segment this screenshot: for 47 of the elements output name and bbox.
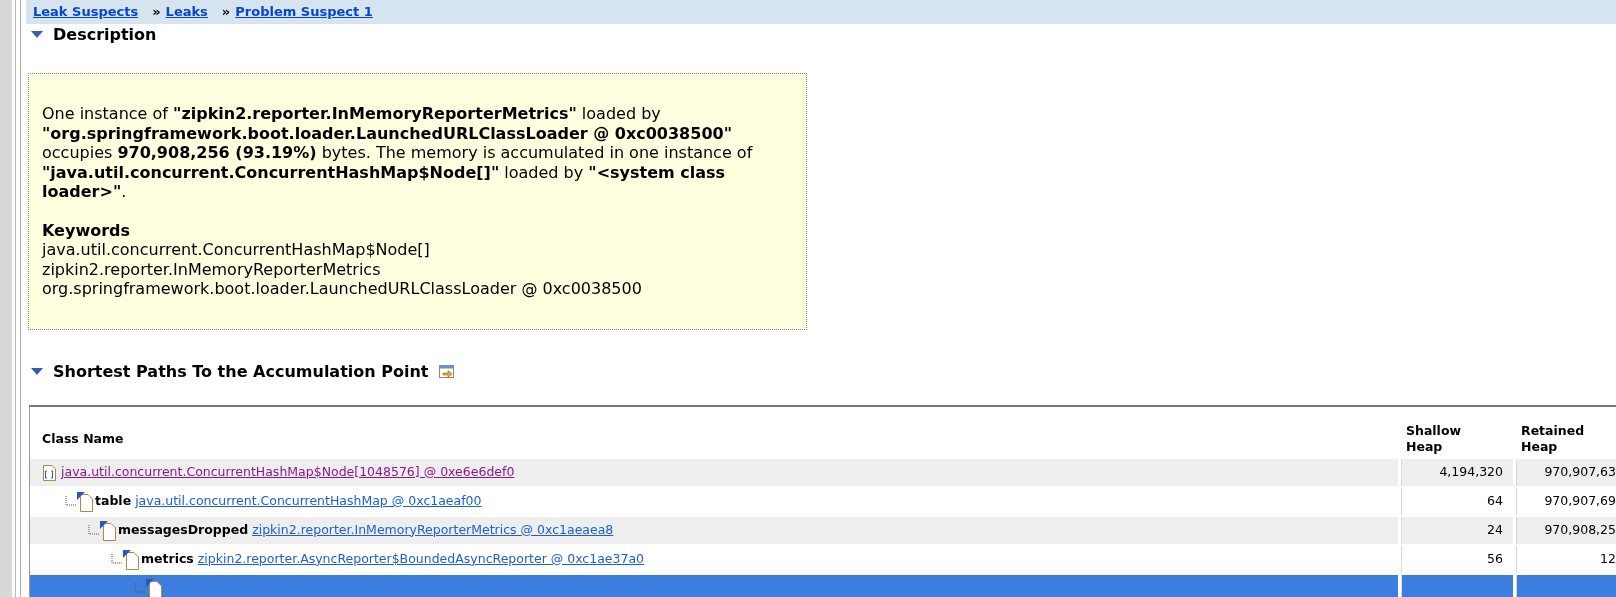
object-icon [146, 577, 162, 597]
keyword: java.util.concurrent.ConcurrentHashMap$Node[] [42, 240, 431, 260]
export-icon[interactable] [438, 364, 455, 379]
keyword: org.springframework.boot.loader.LaunchedURLClassLoader @ 0xc0038500 [42, 279, 643, 299]
object-link[interactable]: java.util.concurrent.ConcurrentHashMap$Node[1048576] @ 0xe6e6def0 [61, 462, 515, 482]
tree-line [88, 525, 100, 535]
field-name: metrics [141, 549, 194, 568]
table-row[interactable] [30, 574, 1616, 597]
object-link[interactable]: java.util.concurrent.ConcurrentHashMap @ 0xc1aeaf00 [135, 491, 482, 511]
object-link[interactable]: zipkin2.reporter.InMemoryReporterMetrics @ 0xc1aeaea8 [252, 520, 614, 540]
table-row[interactable]: metrics zipkin2.reporter.AsyncReporter$BoundedAsyncReporter @ 0xc1ae37a0 56 12 [30, 545, 1616, 573]
breadcrumb-link[interactable]: Problem Suspect 1 [235, 2, 373, 22]
tree-line [111, 554, 123, 564]
tree-line [65, 496, 77, 506]
breadcrumb-separator: » [152, 3, 161, 22]
table-cell-text: 970,908,25 [1544, 520, 1616, 539]
table-cell-text: 970,907,63 [1544, 462, 1616, 481]
collapse-toggle-icon[interactable] [31, 367, 43, 376]
column-header[interactable]: Shallow Heap [1398, 422, 1513, 455]
object-icon [77, 490, 93, 512]
table-cell-text: 12 [1600, 549, 1616, 568]
tree-line [134, 583, 146, 593]
table-row[interactable]: java.util.concurrent.ConcurrentHashMap$Node[1048576] @ 0xe6e6def0 4,194,320 970,907,63 [30, 458, 1616, 486]
column-header[interactable]: Retained Heap [1513, 422, 1616, 455]
breadcrumb-separator: » [221, 3, 231, 22]
object-link[interactable]: zipkin2.reporter.AsyncReporter$BoundedAsyncReporter @ 0xc1ae37a0 [197, 549, 645, 569]
table-cell-text: 970,907,69 [1544, 491, 1616, 510]
table-row[interactable]: table java.util.concurrent.ConcurrentHashMap @ 0xc1aeaf00 64 970,907,69 [30, 487, 1616, 515]
object-icon [123, 548, 139, 570]
table-cell-text: 24 [1487, 520, 1503, 539]
breadcrumb-link[interactable]: Leak Suspects [33, 2, 139, 22]
collapse-toggle-icon[interactable] [31, 31, 43, 39]
keywords-heading: Keywords [42, 220, 132, 240]
array-icon [42, 462, 57, 482]
table-cell-text: 64 [1487, 491, 1503, 510]
breadcrumb-link[interactable]: Leaks [165, 2, 208, 22]
column-header[interactable]: Class Name [30, 406, 1398, 455]
object-icon [100, 519, 116, 541]
keyword: zipkin2.reporter.InMemoryReporterMetrics [42, 259, 382, 279]
table-row[interactable]: messagesDropped zipkin2.reporter.InMemoryReporterMetrics @ 0xc1aeaea8 24 970,908,25 [30, 516, 1616, 544]
table-cell-text: 4,194,320 [1439, 462, 1503, 481]
description-text: One instance of "zipkin2.reporter.InMemoryReporterMetrics" loaded by "org.springframework.boot.loader.LaunchedURLClassLoader @ 0xc0038500" occupies 970,908,256 (93.19%) bytes. The memory is accumulated in one instance of "java.util.concurrent.ConcurrentHashMap$Node[]" loaded by "<system class loader>". [42, 104, 754, 202]
section-heading: Shortest Paths To the Accumulation Point [53, 360, 429, 383]
field-name: messagesDropped [118, 520, 249, 539]
section-heading: Description [53, 24, 157, 46]
table-cell-text: 56 [1487, 549, 1503, 568]
field-name: table [95, 491, 132, 510]
